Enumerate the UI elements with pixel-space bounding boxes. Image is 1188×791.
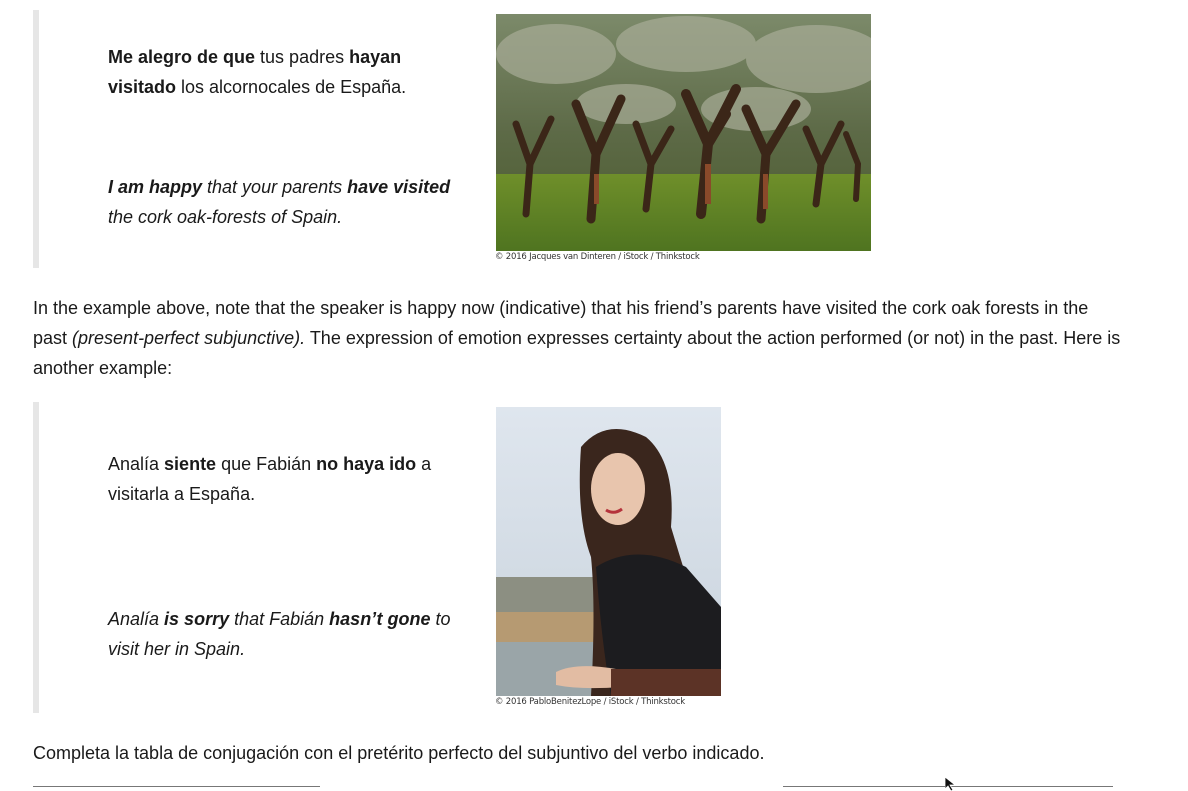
explanation-paragraph: In the example above, note that the spea… bbox=[33, 298, 1121, 378]
example-1-spanish-sentence: Me alegro de que tus padres hayan visita… bbox=[108, 47, 407, 97]
example-2-spanish-sentence: Analía siente que Fabián no haya ido a v… bbox=[108, 454, 432, 504]
example-1-english-translation: I am happy that your parents have visite… bbox=[108, 177, 451, 227]
table-top-rule-left bbox=[33, 786, 320, 787]
exercise-instruction: Completa la tabla de conjugación con el … bbox=[33, 743, 765, 763]
photo-credit-1: © 2016 Jacques van Dinteren / iStock / T… bbox=[495, 252, 700, 262]
mouse-cursor-icon bbox=[945, 777, 957, 791]
cork-oak-forest-photo bbox=[496, 14, 871, 251]
example-2-english-translation: Analía is sorry that Fabián hasn’t gone … bbox=[108, 609, 451, 659]
photo-credit-2: © 2016 PabloBenitezLope / iStock / Think… bbox=[495, 697, 685, 707]
young-woman-portrait-photo bbox=[496, 407, 721, 696]
